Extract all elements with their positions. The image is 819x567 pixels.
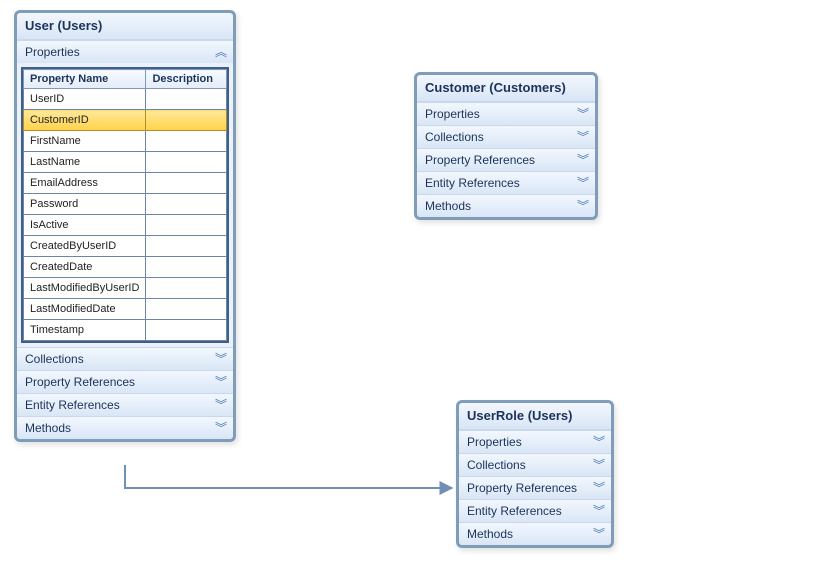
property-description-cell[interactable] xyxy=(146,131,227,152)
section-label: Entity References xyxy=(425,176,520,190)
chevron-down-icon: ︾ xyxy=(215,399,225,411)
property-name-cell[interactable]: Timestamp xyxy=(24,320,146,341)
section-label: Entity References xyxy=(25,398,120,412)
property-name-cell[interactable]: FirstName xyxy=(24,131,146,152)
table-row[interactable]: EmailAddress xyxy=(24,173,227,194)
user-section-property-references[interactable]: Property References ︾ xyxy=(17,370,233,393)
customer-section-methods[interactable]: Methods ︾ xyxy=(417,194,595,217)
section-label: Collections xyxy=(425,130,484,144)
section-label: Properties xyxy=(467,435,522,449)
chevron-down-icon: ︾ xyxy=(593,505,603,517)
chevron-down-icon: ︾ xyxy=(577,154,587,166)
table-row[interactable]: CreatedByUserID xyxy=(24,236,227,257)
property-name-cell[interactable]: Password xyxy=(24,194,146,215)
property-description-cell[interactable] xyxy=(146,173,227,194)
chevron-down-icon: ︾ xyxy=(577,131,587,143)
table-row[interactable]: LastModifiedByUserID xyxy=(24,278,227,299)
user-section-properties[interactable]: Properties ︽ xyxy=(17,40,233,63)
section-label: Collections xyxy=(25,352,84,366)
entity-customer-title: Customer (Customers) xyxy=(417,75,595,102)
section-label: Methods xyxy=(25,421,71,435)
property-description-cell[interactable] xyxy=(146,299,227,320)
entity-userrole[interactable]: UserRole (Users) Properties ︾ Collection… xyxy=(456,400,614,548)
property-name-cell[interactable]: IsActive xyxy=(24,215,146,236)
section-label: Property References xyxy=(25,375,135,389)
chevron-down-icon: ︾ xyxy=(593,436,603,448)
property-description-cell[interactable] xyxy=(146,215,227,236)
table-row[interactable]: CreatedDate xyxy=(24,257,227,278)
chevron-down-icon: ︾ xyxy=(215,353,225,365)
section-label: Properties xyxy=(25,45,80,59)
chevron-down-icon: ︾ xyxy=(593,528,603,540)
property-description-cell[interactable] xyxy=(146,320,227,341)
chevron-down-icon: ︾ xyxy=(215,376,225,388)
section-label: Methods xyxy=(425,199,471,213)
user-section-methods[interactable]: Methods ︾ xyxy=(17,416,233,439)
user-section-collections[interactable]: Collections ︾ xyxy=(17,347,233,370)
entity-userrole-title: UserRole (Users) xyxy=(459,403,611,430)
property-name-cell[interactable]: UserID xyxy=(24,89,146,110)
property-name-cell[interactable]: LastName xyxy=(24,152,146,173)
entity-user-title: User (Users) xyxy=(17,13,233,40)
userrole-section-property-references[interactable]: Property References ︾ xyxy=(459,476,611,499)
userrole-section-properties[interactable]: Properties ︾ xyxy=(459,430,611,453)
section-label: Property References xyxy=(467,481,577,495)
table-row[interactable]: FirstName xyxy=(24,131,227,152)
property-name-cell[interactable]: CreatedByUserID xyxy=(24,236,146,257)
user-section-entity-references[interactable]: Entity References ︾ xyxy=(17,393,233,416)
table-row[interactable]: Timestamp xyxy=(24,320,227,341)
entity-customer[interactable]: Customer (Customers) Properties ︾ Collec… xyxy=(414,72,598,220)
chevron-down-icon: ︾ xyxy=(577,108,587,120)
table-row[interactable]: LastModifiedDate xyxy=(24,299,227,320)
customer-section-property-references[interactable]: Property References ︾ xyxy=(417,148,595,171)
chevron-down-icon: ︾ xyxy=(577,200,587,212)
col-description[interactable]: Description xyxy=(146,70,227,89)
property-description-cell[interactable] xyxy=(146,278,227,299)
customer-section-collections[interactable]: Collections ︾ xyxy=(417,125,595,148)
property-description-cell[interactable] xyxy=(146,236,227,257)
userrole-section-entity-references[interactable]: Entity References ︾ xyxy=(459,499,611,522)
property-description-cell[interactable] xyxy=(146,194,227,215)
property-name-cell[interactable]: LastModifiedByUserID xyxy=(24,278,146,299)
property-name-cell[interactable]: LastModifiedDate xyxy=(24,299,146,320)
table-row[interactable]: UserID xyxy=(24,89,227,110)
property-description-cell[interactable] xyxy=(146,152,227,173)
chevron-down-icon: ︾ xyxy=(577,177,587,189)
chevron-down-icon: ︾ xyxy=(593,482,603,494)
section-label: Property References xyxy=(425,153,535,167)
property-description-cell[interactable] xyxy=(146,110,227,131)
table-row[interactable]: CustomerID xyxy=(24,110,227,131)
section-label: Methods xyxy=(467,527,513,541)
entity-user[interactable]: User (Users) Properties ︽ Property Name … xyxy=(14,10,236,442)
table-row[interactable]: Password xyxy=(24,194,227,215)
property-description-cell[interactable] xyxy=(146,89,227,110)
section-label: Collections xyxy=(467,458,526,472)
table-row[interactable]: LastName xyxy=(24,152,227,173)
property-name-cell[interactable]: CreatedDate xyxy=(24,257,146,278)
userrole-section-collections[interactable]: Collections ︾ xyxy=(459,453,611,476)
section-label: Entity References xyxy=(467,504,562,518)
user-properties-table-container: Property Name Description UserIDCustomer… xyxy=(21,67,229,343)
property-name-cell[interactable]: EmailAddress xyxy=(24,173,146,194)
customer-section-properties[interactable]: Properties ︾ xyxy=(417,102,595,125)
table-row[interactable]: IsActive xyxy=(24,215,227,236)
section-label: Properties xyxy=(425,107,480,121)
col-property-name[interactable]: Property Name xyxy=(24,70,146,89)
user-properties-table[interactable]: Property Name Description UserIDCustomer… xyxy=(23,69,227,341)
chevron-down-icon: ︾ xyxy=(215,422,225,434)
chevron-up-icon: ︽ xyxy=(215,46,225,58)
customer-section-entity-references[interactable]: Entity References ︾ xyxy=(417,171,595,194)
property-name-cell[interactable]: CustomerID xyxy=(24,110,146,131)
chevron-down-icon: ︾ xyxy=(593,459,603,471)
userrole-section-methods[interactable]: Methods ︾ xyxy=(459,522,611,545)
property-description-cell[interactable] xyxy=(146,257,227,278)
